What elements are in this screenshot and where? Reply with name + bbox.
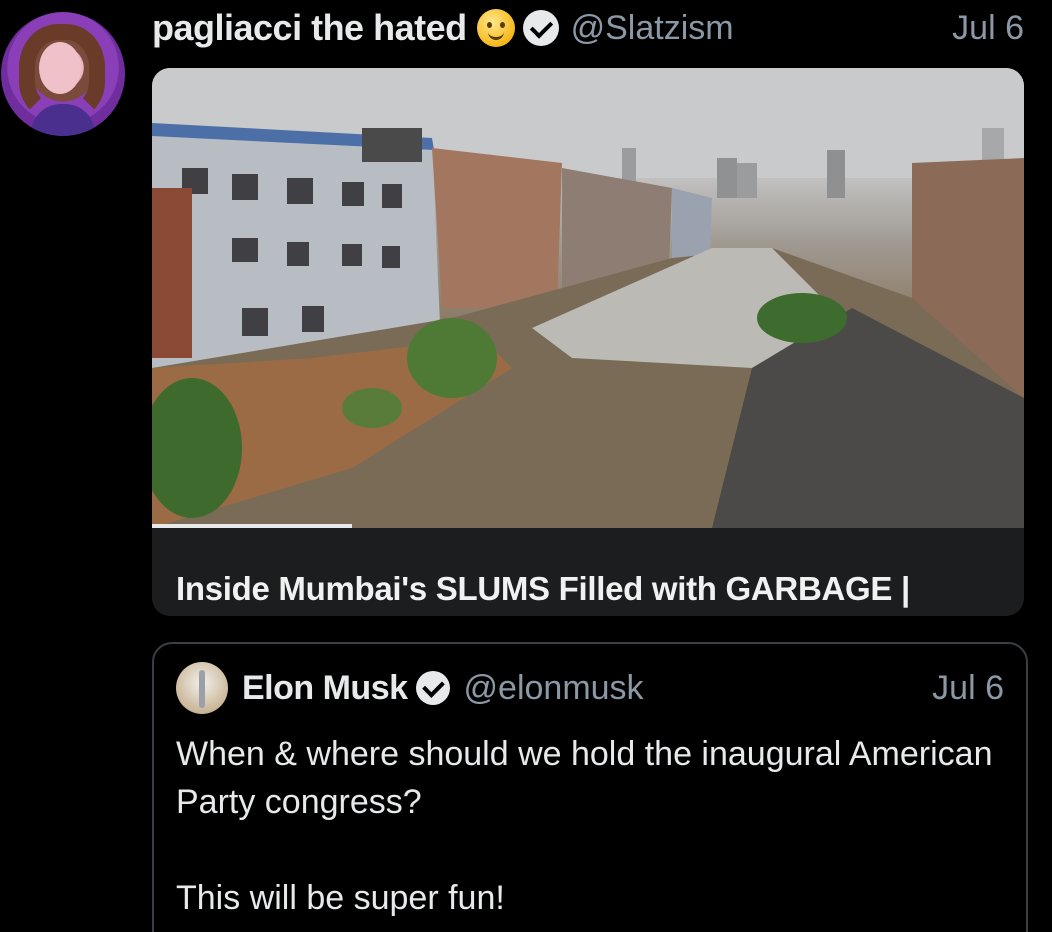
video-caption-text: Inside Mumbai's SLUMS Filled with GARBAG… (176, 570, 910, 607)
verified-badge-icon (415, 671, 450, 705)
avatar-face (39, 42, 81, 94)
quoted-post-card[interactable]: Elon Musk @elonmusk Jul 6 When & where s… (152, 642, 1028, 932)
video-thumbnail[interactable] (152, 68, 1024, 528)
verified-badge-icon (522, 10, 559, 46)
quoted-post-text: When & where should we hold the inaugura… (176, 735, 993, 821)
quoted-post-header: Elon Musk @elonmusk Jul 6 (242, 662, 1004, 714)
post-header: pagliacci the hated @Slatzism Jul 6 (152, 6, 1024, 50)
quoted-post-text-2: This will be super fun! (176, 879, 505, 917)
author-avatar[interactable] (1, 12, 125, 136)
quoted-post-date[interactable]: Jul 6 (932, 669, 1004, 708)
quoted-author-name[interactable]: Elon Musk (242, 669, 408, 708)
video-caption[interactable]: Inside Mumbai's SLUMS Filled with GARBAG… (152, 528, 1024, 616)
post-date[interactable]: Jul 6 (952, 9, 1024, 48)
slum-scene-image (152, 68, 1024, 528)
author-name[interactable]: pagliacci the hated (152, 7, 467, 49)
author-handle[interactable]: @Slatzism (571, 9, 734, 48)
smiling-face-emoji-icon (476, 9, 515, 47)
quoted-author-handle[interactable]: @elonmusk (464, 669, 644, 708)
quoted-post-body: When & where should we hold the inaugura… (176, 730, 1004, 922)
quoted-author-avatar[interactable] (176, 662, 228, 714)
